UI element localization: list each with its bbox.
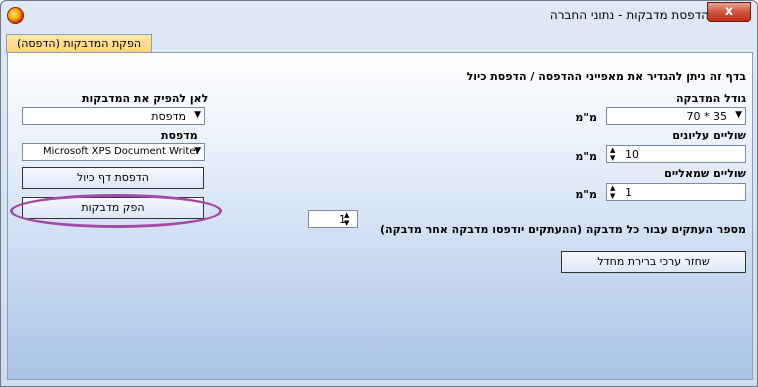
- close-button[interactable]: x: [707, 2, 751, 22]
- app-icon: [7, 7, 24, 24]
- intro-text: בדף זה ניתן להגדיר את מאפייני ההדפסה / ה…: [466, 70, 746, 83]
- chevron-down-icon: ▼: [194, 146, 201, 156]
- left-margin-value: 1: [625, 186, 632, 199]
- printer-value: Microsoft XPS Document Writer: [43, 146, 200, 157]
- window-title: הדפסת מדבקות - נתוני החברה: [549, 8, 709, 22]
- copies-label: מספר העתקים עבור כל מדבקה (ההעתקים יודפס…: [379, 223, 746, 236]
- highlight-annotation: [10, 194, 222, 228]
- left-margin-label: שוליים שמאליים: [664, 167, 746, 180]
- spin-arrows-icon[interactable]: ▲ ▼: [610, 184, 620, 200]
- printer-select[interactable]: Microsoft XPS Document Writer ▼: [22, 143, 205, 161]
- spin-arrows-icon[interactable]: ▲ ▼: [610, 146, 620, 162]
- chevron-down-icon: ▼: [194, 110, 201, 120]
- tab-print-labels[interactable]: הפקת המדבקות (הדפסה): [6, 34, 152, 53]
- label-size-select[interactable]: 35 * 70 ▼: [606, 107, 746, 125]
- unit-label: מ"מ: [575, 111, 597, 124]
- destination-label: לאן להפיק את המדבקות: [82, 92, 209, 105]
- top-margin-label: שוליים עליונים: [672, 129, 746, 142]
- unit-label: מ"מ: [575, 150, 597, 163]
- destination-select[interactable]: מדפסת ▼: [22, 107, 205, 125]
- application-window: הדפסת מדבקות - נתוני החברה x הפקת המדבקו…: [0, 0, 758, 387]
- printer-label: מדפסת: [161, 129, 198, 142]
- reset-defaults-button[interactable]: שחזר ערכי ברירת מחדל: [561, 251, 746, 273]
- label-size-value: 35 * 70: [686, 110, 728, 123]
- chevron-down-icon: ▼: [735, 110, 742, 120]
- destination-value: מדפסת: [151, 110, 186, 123]
- label-size-label: גודל המדבקה: [676, 92, 746, 105]
- print-calibration-page-button[interactable]: הדפסת דף כיול: [22, 167, 204, 189]
- top-margin-stepper[interactable]: 10 ▲ ▼: [606, 145, 746, 163]
- left-margin-stepper[interactable]: 1 ▲ ▼: [606, 183, 746, 201]
- top-margin-value: 10: [625, 148, 639, 161]
- copies-stepper[interactable]: 1 ▲ ▼: [308, 210, 358, 228]
- spin-arrows-icon[interactable]: ▲ ▼: [344, 211, 354, 227]
- title-bar: הדפסת מדבקות - נתוני החברה x: [1, 1, 757, 31]
- unit-label: מ"מ: [575, 188, 597, 201]
